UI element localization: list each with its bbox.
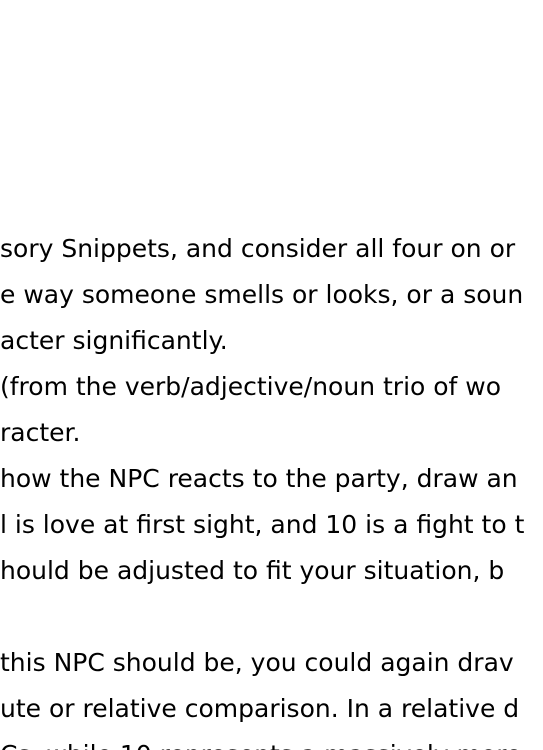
text-line: this NPC should be, you could again drav — [0, 648, 514, 677]
text-line: how the NPC reacts to the party, draw an — [0, 464, 518, 493]
text-line: l is love at first sight, and 10 is a fi… — [0, 510, 525, 539]
text-line: (from the verb/adjective/noun trio of wo — [0, 372, 502, 401]
document-page: sory Snippets, and consider all four on … — [0, 0, 543, 750]
text-line: Cs, while 10 represents a massively more — [0, 732, 543, 750]
text-line: ute or relative comparison. In a relativ… — [0, 694, 520, 723]
document-text: sory Snippets, and consider all four on … — [0, 226, 543, 750]
text-line: racter. — [0, 418, 81, 447]
text-line: hould be adjusted to fit your situation,… — [0, 556, 505, 585]
text-line: e way someone smells or looks, or a soun — [0, 280, 524, 309]
text-line: sory Snippets, and consider all four on … — [0, 234, 516, 263]
text-line: acter significantly. — [0, 326, 228, 355]
